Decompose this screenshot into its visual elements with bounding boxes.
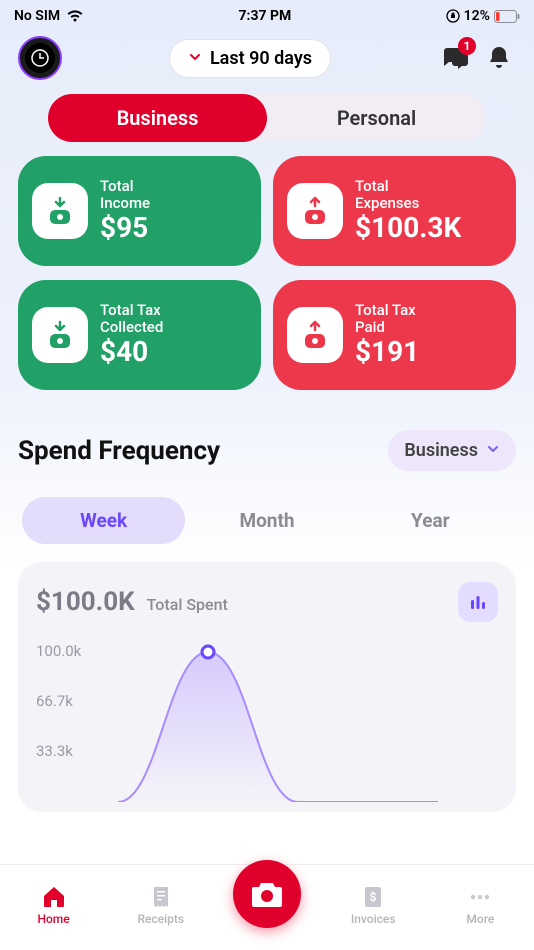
card-total-income[interactable]: Total Income $95 bbox=[18, 156, 261, 266]
notification-badge: 1 bbox=[458, 37, 476, 55]
camera-icon bbox=[250, 879, 284, 909]
card-value: $191 bbox=[355, 337, 419, 368]
total-spent-value: $100.0K bbox=[36, 587, 135, 617]
tax-collected-icon bbox=[32, 307, 88, 363]
chevron-down-icon bbox=[188, 48, 202, 69]
card-total-expenses[interactable]: Total Expenses $100.3K bbox=[273, 156, 516, 266]
messages-button[interactable]: 1 bbox=[438, 41, 472, 75]
period-selector[interactable]: Last 90 days bbox=[169, 39, 331, 78]
card-label: Total bbox=[100, 178, 150, 195]
account-type-segmented[interactable]: Business Personal bbox=[48, 94, 486, 142]
card-value: $100.3K bbox=[355, 213, 461, 244]
summary-cards: Total Income $95 Total Expenses $100.3K … bbox=[0, 156, 534, 390]
card-label: Income bbox=[100, 195, 150, 212]
total-spent-label: Total Spent bbox=[147, 595, 228, 614]
chart-type-button[interactable] bbox=[458, 582, 498, 622]
card-tax-collected[interactable]: Total Tax Collected $40 bbox=[18, 280, 261, 390]
nav-more[interactable]: More bbox=[445, 884, 515, 926]
battery-percent: 12% bbox=[464, 8, 490, 24]
nav-invoices[interactable]: $ Invoices bbox=[338, 884, 408, 926]
period-label: Last 90 days bbox=[210, 48, 312, 69]
card-value: $95 bbox=[100, 213, 150, 244]
nav-label: Receipts bbox=[137, 912, 184, 926]
invoice-icon: $ bbox=[360, 884, 386, 910]
y-tick: 66.7k bbox=[36, 692, 81, 710]
nav-home[interactable]: Home bbox=[19, 884, 89, 926]
wifi-icon bbox=[66, 9, 84, 23]
y-tick: 100.0k bbox=[36, 642, 81, 660]
filter-label: Business bbox=[404, 440, 478, 461]
svg-text:$: $ bbox=[370, 890, 377, 904]
nav-label: Home bbox=[37, 912, 69, 926]
battery-icon bbox=[494, 10, 520, 23]
nav-camera[interactable] bbox=[233, 860, 301, 928]
home-icon bbox=[41, 884, 67, 910]
section-title: Spend Frequency bbox=[18, 436, 220, 466]
spend-filter-dropdown[interactable]: Business bbox=[388, 430, 516, 471]
card-label: Total Tax bbox=[355, 302, 419, 319]
nav-label: More bbox=[466, 912, 494, 926]
chart-period-tabs: Week Month Year bbox=[18, 497, 516, 544]
tab-personal[interactable]: Personal bbox=[267, 106, 486, 130]
chart-line bbox=[118, 632, 438, 802]
orientation-lock-icon bbox=[446, 9, 460, 23]
profile-avatar[interactable] bbox=[18, 36, 62, 80]
notifications-button[interactable] bbox=[482, 41, 516, 75]
more-icon bbox=[467, 884, 493, 910]
receipt-icon bbox=[148, 884, 174, 910]
expenses-icon bbox=[287, 183, 343, 239]
spend-frequency-section: Spend Frequency Business Week Month Year… bbox=[0, 430, 534, 812]
nav-label: Invoices bbox=[351, 912, 396, 926]
nav-receipts[interactable]: Receipts bbox=[126, 884, 196, 926]
chevron-down-icon bbox=[486, 440, 500, 461]
status-bar: No SIM 7:37 PM 12% bbox=[0, 0, 534, 28]
card-label: Expenses bbox=[355, 195, 461, 212]
income-icon bbox=[32, 183, 88, 239]
card-label: Total bbox=[355, 178, 461, 195]
y-tick: 33.3k bbox=[36, 742, 81, 760]
tab-business[interactable]: Business bbox=[48, 106, 267, 130]
chart-y-axis: 100.0k 66.7k 33.3k bbox=[36, 642, 81, 760]
clock: 7:37 PM bbox=[239, 8, 292, 24]
tab-week[interactable]: Week bbox=[22, 497, 185, 544]
card-value: $40 bbox=[100, 337, 163, 368]
spend-chart: $100.0K Total Spent 100.0k 66.7k 33.3k bbox=[18, 562, 516, 812]
tax-paid-icon bbox=[287, 307, 343, 363]
tab-month[interactable]: Month bbox=[185, 497, 348, 544]
app-header: Last 90 days 1 bbox=[0, 28, 534, 90]
carrier-label: No SIM bbox=[14, 8, 60, 24]
bottom-nav: Home Receipts $ Invoices More bbox=[0, 864, 534, 950]
card-tax-paid[interactable]: Total Tax Paid $191 bbox=[273, 280, 516, 390]
card-label: Collected bbox=[100, 319, 163, 336]
tab-year[interactable]: Year bbox=[349, 497, 512, 544]
card-label: Paid bbox=[355, 319, 419, 336]
card-label: Total Tax bbox=[100, 302, 163, 319]
